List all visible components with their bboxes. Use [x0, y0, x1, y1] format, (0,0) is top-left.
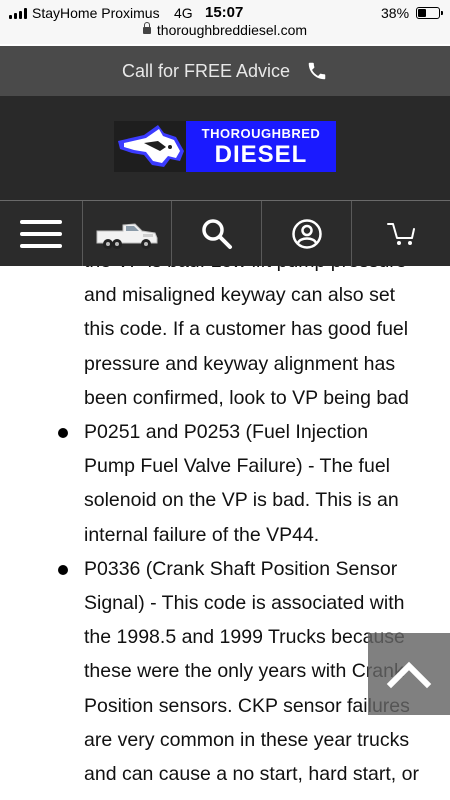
- status-bar: StayHome Proximus 4G 15:07 38% thoroughb…: [0, 0, 450, 44]
- battery-percent: 38%: [381, 5, 410, 21]
- text-line: Pump Fuel Valve Failure) - The fuel: [84, 455, 390, 478]
- advice-text[interactable]: Call for FREE Advice: [122, 61, 290, 82]
- lock-icon: [142, 22, 151, 34]
- cellular-signal-icon: [9, 8, 27, 19]
- article-content: the VP is bad. Low lift pump pressure and…: [0, 266, 450, 800]
- scroll-to-top-button[interactable]: [368, 633, 450, 715]
- text-line: solenoid on the VP is bad. This is an: [84, 489, 399, 512]
- search-icon[interactable]: [200, 217, 234, 251]
- status-time: 15:07: [205, 4, 244, 21]
- list-item: P0251 and P0253 (Fuel Injection Pump Fuel…: [0, 415, 450, 552]
- text-line: pressure and keyway alignment has: [84, 352, 396, 375]
- account-icon[interactable]: [291, 218, 323, 250]
- network-type: 4G: [174, 5, 193, 21]
- text-line: this code. If a customer has good fuel: [84, 318, 409, 341]
- status-row: StayHome Proximus 4G 15:07 38%: [0, 4, 450, 22]
- site-logo[interactable]: THOROUGHBRED DIESEL: [114, 121, 336, 172]
- address-bar[interactable]: thoroughbreddiesel.com: [0, 22, 450, 42]
- text-line: and can cause a no start, hard start, or: [84, 763, 419, 786]
- menu-button[interactable]: [0, 201, 83, 266]
- cart-button[interactable]: [352, 201, 450, 266]
- logo-line-2: DIESEL: [214, 141, 308, 168]
- cart-icon[interactable]: [386, 219, 416, 249]
- text-line: and misaligned keyway can also set: [84, 284, 396, 307]
- text-line: the VP is bad. Low lift pump pressure: [84, 266, 428, 278]
- horse-head-logo-icon: [114, 121, 186, 172]
- brand-header: THOROUGHBRED DIESEL: [0, 96, 450, 200]
- text-line: P0336 (Crank Shaft Position Sensor: [84, 557, 398, 580]
- search-button[interactable]: [172, 201, 262, 266]
- carrier-name: StayHome Proximus: [32, 5, 160, 21]
- text-line: Signal) - This code is associated with: [84, 592, 405, 615]
- bullet-icon: [58, 428, 68, 439]
- phone-icon[interactable]: [306, 60, 328, 82]
- hamburger-menu-icon[interactable]: [20, 219, 62, 248]
- advice-bar[interactable]: Call for FREE Advice: [0, 46, 450, 96]
- battery-icon: [416, 7, 443, 19]
- chevron-up-icon[interactable]: [385, 658, 433, 690]
- text-line: are very common in these year trucks: [84, 728, 410, 751]
- text-line: P0251 and P0253 (Fuel Injection: [84, 421, 369, 444]
- url-text: thoroughbreddiesel.com: [156, 22, 308, 38]
- bullet-icon: [58, 564, 68, 575]
- list-item: the VP is bad. Low lift pump pressure and…: [0, 266, 450, 415]
- pickup-truck-icon[interactable]: [95, 216, 159, 252]
- logo-line-1: THOROUGHBRED: [201, 126, 321, 141]
- logo-wordmark: THOROUGHBRED DIESEL: [186, 121, 336, 172]
- vehicle-button[interactable]: [83, 201, 172, 266]
- account-button[interactable]: [262, 201, 352, 266]
- text-line: internal failure of the VP44.: [84, 523, 320, 546]
- text-line: been confirmed, look to VP being bad: [84, 386, 409, 409]
- nav-bar: [0, 200, 450, 266]
